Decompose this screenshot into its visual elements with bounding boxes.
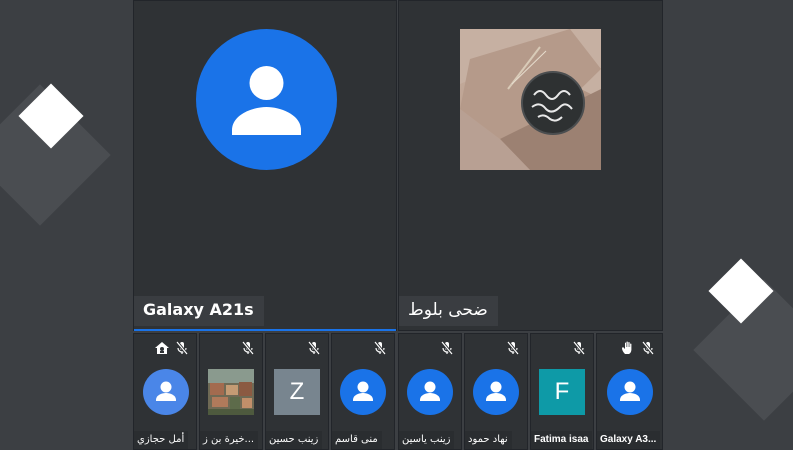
participant-tile-galaxy-a3[interactable]: Galaxy A3... <box>596 333 663 450</box>
participant-tile-fatima-isaa[interactable]: F Fatima isaa <box>530 333 594 450</box>
main-tile-galaxy-a21s[interactable]: Galaxy A21s <box>133 0 397 331</box>
letter-avatar: Z <box>274 369 320 415</box>
participant-name: زينب حسين <box>266 431 323 449</box>
default-avatar-icon <box>340 369 386 415</box>
default-avatar-icon <box>607 369 653 415</box>
participant-tile-zeinab-hussein[interactable]: Z زينب حسين <box>265 333 329 450</box>
participant-name: نهاد حمود <box>465 431 512 449</box>
profile-photo <box>460 29 601 170</box>
mic-off-icon <box>241 341 255 355</box>
mic-off-icon <box>572 341 586 355</box>
meeting-stage: Galaxy A21s ضحى بلوط أمل حجازي خيرة بن ز… <box>133 0 663 450</box>
participant-name: خيرة بن ز... <box>200 431 259 449</box>
default-avatar-icon <box>473 369 519 415</box>
participant-name: زينب ياسين <box>399 431 455 449</box>
mic-off-icon <box>641 341 655 355</box>
participants-strip: أمل حجازي خيرة بن ز... Z زينب حسين منى ق… <box>133 333 663 450</box>
default-avatar-icon <box>407 369 453 415</box>
default-avatar-icon <box>143 369 189 415</box>
participant-name: منى قاسم <box>332 431 382 449</box>
participant-tile-nihad-hammoud[interactable]: نهاد حمود <box>464 333 528 450</box>
main-tile-duha-ballout[interactable]: ضحى بلوط <box>398 0 663 331</box>
raised-hand-icon <box>622 341 632 354</box>
participant-name: Galaxy A3... <box>597 431 661 449</box>
participant-tile-khayra[interactable]: خيرة بن ز... <box>199 333 263 450</box>
profile-photo <box>208 369 254 415</box>
participant-tile-amal-hijazi[interactable]: أمل حجازي <box>133 333 197 450</box>
mic-off-icon <box>440 341 454 355</box>
letter-avatar: F <box>539 369 585 415</box>
participant-name-label: Galaxy A21s <box>134 296 264 326</box>
active-speaker-indicator <box>134 329 396 331</box>
participant-name: Fatima isaa <box>531 431 593 449</box>
mic-off-icon <box>175 341 189 355</box>
mic-off-icon <box>307 341 321 355</box>
participant-tile-mona-qassem[interactable]: منى قاسم <box>331 333 395 450</box>
participant-name: أمل حجازي <box>134 431 189 449</box>
home-icon <box>155 342 169 354</box>
participant-name-label: ضحى بلوط <box>399 296 498 326</box>
participant-tile-zeinab-yassine[interactable]: زينب ياسين <box>398 333 462 450</box>
mic-off-icon <box>373 341 387 355</box>
mic-off-icon <box>506 341 520 355</box>
default-avatar-icon <box>196 29 337 170</box>
